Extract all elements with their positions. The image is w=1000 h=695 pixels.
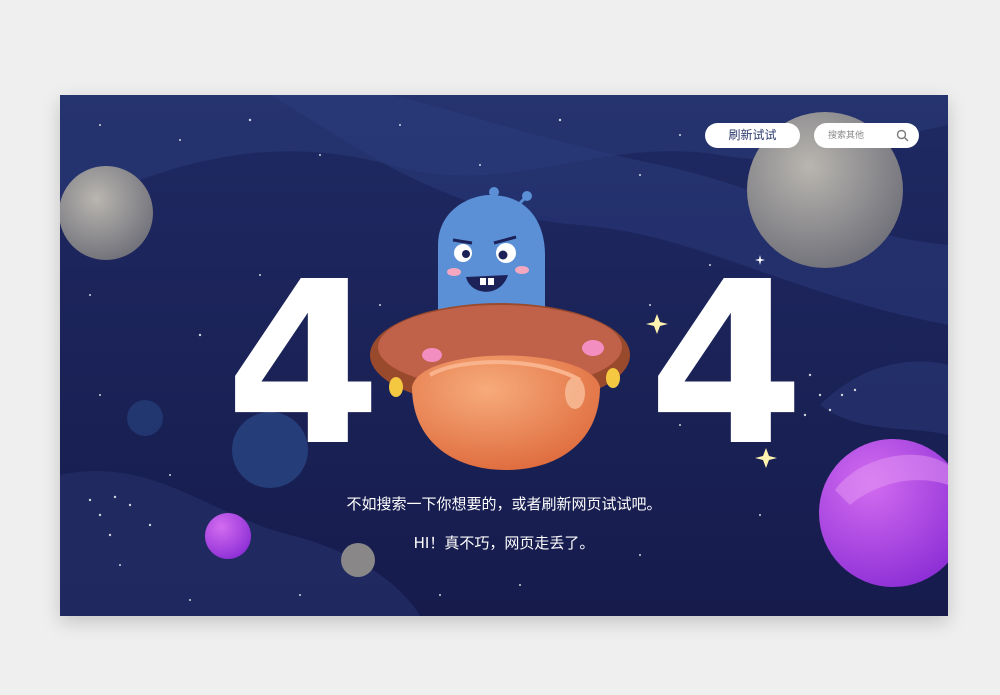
- grey-planet-left: [60, 166, 153, 260]
- search-icon[interactable]: [896, 129, 909, 142]
- search-box[interactable]: [814, 123, 919, 149]
- search-input[interactable]: [828, 123, 898, 149]
- refresh-button[interactable]: 刷新试试: [705, 123, 800, 148]
- error-title-text: HI！真不巧，网页走丢了。: [413, 534, 595, 552]
- error-code-digit-left: 4: [225, 234, 382, 496]
- error-code-digit-right: 4: [648, 234, 805, 496]
- error-page-card: 4 4 刷新试试 不如搜索一下你想要的，或者刷新网页试试吧。 HI！真不巧，网页…: [60, 95, 948, 616]
- error-hint-text: 不如搜索一下你想要的，或者刷新网页试试吧。: [346, 495, 662, 513]
